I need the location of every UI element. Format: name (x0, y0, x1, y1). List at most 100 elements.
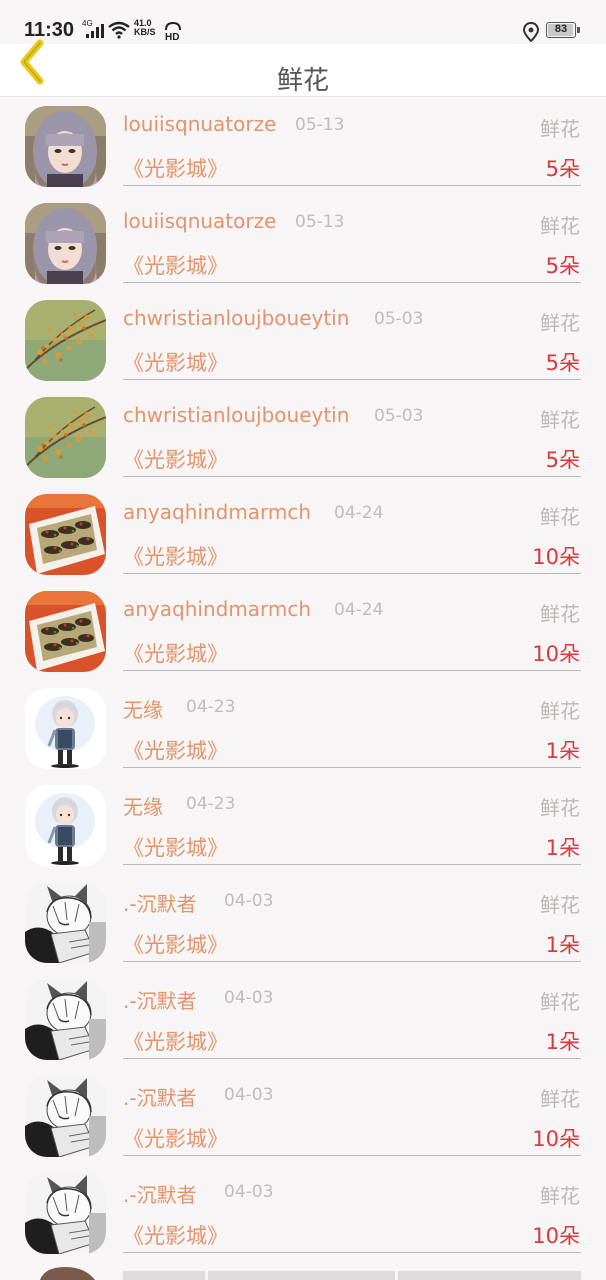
work-title-link[interactable]: 《光影城》 (123, 1220, 228, 1250)
work-title-link[interactable]: 《光影城》 (123, 347, 228, 377)
gift-type: 鲜花 (540, 1184, 580, 1208)
list-item[interactable]: chwristianloujboueytin 05-03 鲜花 《光影城》 5朵 (0, 388, 606, 485)
avatar[interactable] (25, 1173, 106, 1254)
avatar[interactable] (25, 106, 106, 187)
username[interactable]: louiisqnuatorze (123, 112, 276, 136)
work-title-link[interactable]: 《光影城》 (123, 541, 228, 571)
battery-percent: 83 (554, 23, 568, 35)
battery-tip (577, 27, 580, 33)
list-item[interactable]: anyaqhindmarmch 04-24 鲜花 《光影城》 10朵 (0, 485, 606, 582)
avatar[interactable] (25, 688, 106, 769)
row-divider (123, 282, 581, 283)
gift-type: 鲜花 (540, 214, 580, 238)
gift-type: 鲜花 (540, 117, 580, 141)
avatar[interactable] (25, 979, 106, 1060)
row-divider (123, 670, 581, 671)
username[interactable]: chwristianloujboueytin (123, 306, 349, 330)
hd-call-icon: HD (165, 21, 181, 41)
list-item[interactable]: 无缘 04-23 鲜花《光影城》 1朵 (0, 679, 606, 776)
date: 04-03 (224, 891, 274, 911)
gift-type: 鲜花 (540, 311, 580, 335)
battery-indicator: 83 (546, 22, 582, 40)
flower-count: 5朵 (545, 254, 580, 278)
work-title-link[interactable]: 《光影城》 (123, 735, 228, 765)
wifi-icon (108, 21, 130, 39)
flower-count: 10朵 (532, 1127, 580, 1151)
date: 04-03 (224, 1182, 274, 1202)
work-title-link[interactable]: 《光影城》 (123, 1026, 228, 1056)
list-item[interactable]: anyaqhindmarmch 04-24 鲜花 《光影城》 10朵 (0, 582, 606, 679)
list-item[interactable]: chwristianloujboueytin 05-03 鲜花《光影城》 5朵 (0, 291, 606, 388)
date: 04-03 (224, 1085, 274, 1105)
work-title-link[interactable]: 《光影城》 (123, 250, 228, 280)
row-divider (123, 1155, 581, 1156)
avatar[interactable] (25, 397, 106, 478)
work-title-link[interactable]: 《光影城》 (123, 153, 228, 183)
avatar[interactable] (25, 203, 106, 284)
flower-record-list: louiisqnuatorze 05-13 鲜花 《光影城》 5朵 louiisqnua… (0, 97, 606, 1261)
speed-unit: KB/S (134, 27, 156, 37)
username[interactable]: 无缘 (123, 791, 163, 820)
username[interactable]: louiisqnuatorze (123, 209, 276, 233)
username[interactable]: .-沉默者 (123, 985, 197, 1014)
gift-type: 鲜花 (540, 699, 580, 723)
row-divider (123, 864, 581, 865)
avatar[interactable] (25, 591, 106, 672)
row-divider (123, 961, 581, 962)
avatar[interactable] (25, 785, 106, 866)
date: 04-24 (334, 600, 384, 620)
avatar[interactable] (25, 300, 106, 381)
partial-list-item (40, 1267, 581, 1280)
flower-count: 5朵 (545, 351, 580, 375)
avatar[interactable] (25, 882, 106, 963)
row-divider (123, 185, 581, 186)
work-title-link[interactable]: 《光影城》 (123, 1123, 228, 1153)
svg-text:HD: HD (165, 32, 179, 41)
username[interactable]: .-沉默者 (123, 1082, 197, 1111)
flower-count: 1朵 (545, 1030, 580, 1054)
username[interactable]: chwristianloujboueytin (123, 403, 349, 427)
username[interactable]: anyaqhindmarmch (123, 597, 311, 621)
date: 04-24 (334, 503, 384, 523)
gift-type: 鲜花 (540, 893, 580, 917)
location-icon (522, 22, 540, 42)
status-bar: 11:30 4G 41.0 KB/S HD 83 (0, 0, 606, 44)
list-item[interactable]: 无缘 04-23 鲜花 《光影城》 1朵 (0, 776, 606, 873)
row-divider (123, 1252, 581, 1253)
username[interactable]: anyaqhindmarmch (123, 500, 311, 524)
date: 05-03 (374, 406, 424, 426)
date: 04-23 (186, 697, 236, 717)
list-item[interactable]: louiisqnuatorze 05-13 鲜花《光影城》 5朵 (0, 194, 606, 291)
list-item[interactable]: .-沉默者 04-03 鲜花 《光影城》 1朵 (0, 873, 606, 970)
username[interactable]: .-沉默者 (123, 888, 197, 917)
date: 05-03 (374, 309, 424, 329)
gift-type: 鲜花 (540, 408, 580, 432)
work-title-link[interactable]: 《光影城》 (123, 444, 228, 474)
work-title-link[interactable]: 《光影城》 (123, 929, 228, 959)
flower-count: 1朵 (545, 836, 580, 860)
list-item[interactable]: .-沉默者 04-03 鲜花《光影城》 1朵 (0, 970, 606, 1067)
avatar[interactable] (25, 494, 106, 575)
date: 04-03 (224, 988, 274, 1008)
row-divider (123, 1058, 581, 1059)
gift-type: 鲜花 (540, 505, 580, 529)
work-title-link[interactable]: 《光影城》 (123, 638, 228, 668)
list-item[interactable]: .-沉默者 04-03 鲜花《光影城》 10朵 (0, 1067, 606, 1164)
date: 05-13 (295, 115, 345, 135)
list-item[interactable]: louiisqnuatorze 05-13 鲜花《光影城》 5朵 (0, 97, 606, 194)
flower-count: 5朵 (545, 157, 580, 181)
gift-type: 鲜花 (540, 990, 580, 1014)
flower-count: 10朵 (532, 1224, 580, 1248)
username[interactable]: 无缘 (123, 694, 163, 723)
date: 05-13 (295, 212, 345, 232)
gift-type: 鲜花 (540, 796, 580, 820)
network-speed: 41.0 KB/S (134, 19, 156, 37)
username[interactable]: .-沉默者 (123, 1179, 197, 1208)
row-divider (123, 379, 581, 380)
avatar[interactable] (25, 1076, 106, 1157)
list-item[interactable]: .-沉默者 04-03 鲜花《光影城》 10朵 (0, 1164, 606, 1261)
gift-type: 鲜花 (540, 602, 580, 626)
gift-type: 鲜花 (540, 1087, 580, 1111)
work-title-link[interactable]: 《光影城》 (123, 832, 228, 862)
flower-count: 1朵 (545, 739, 580, 763)
